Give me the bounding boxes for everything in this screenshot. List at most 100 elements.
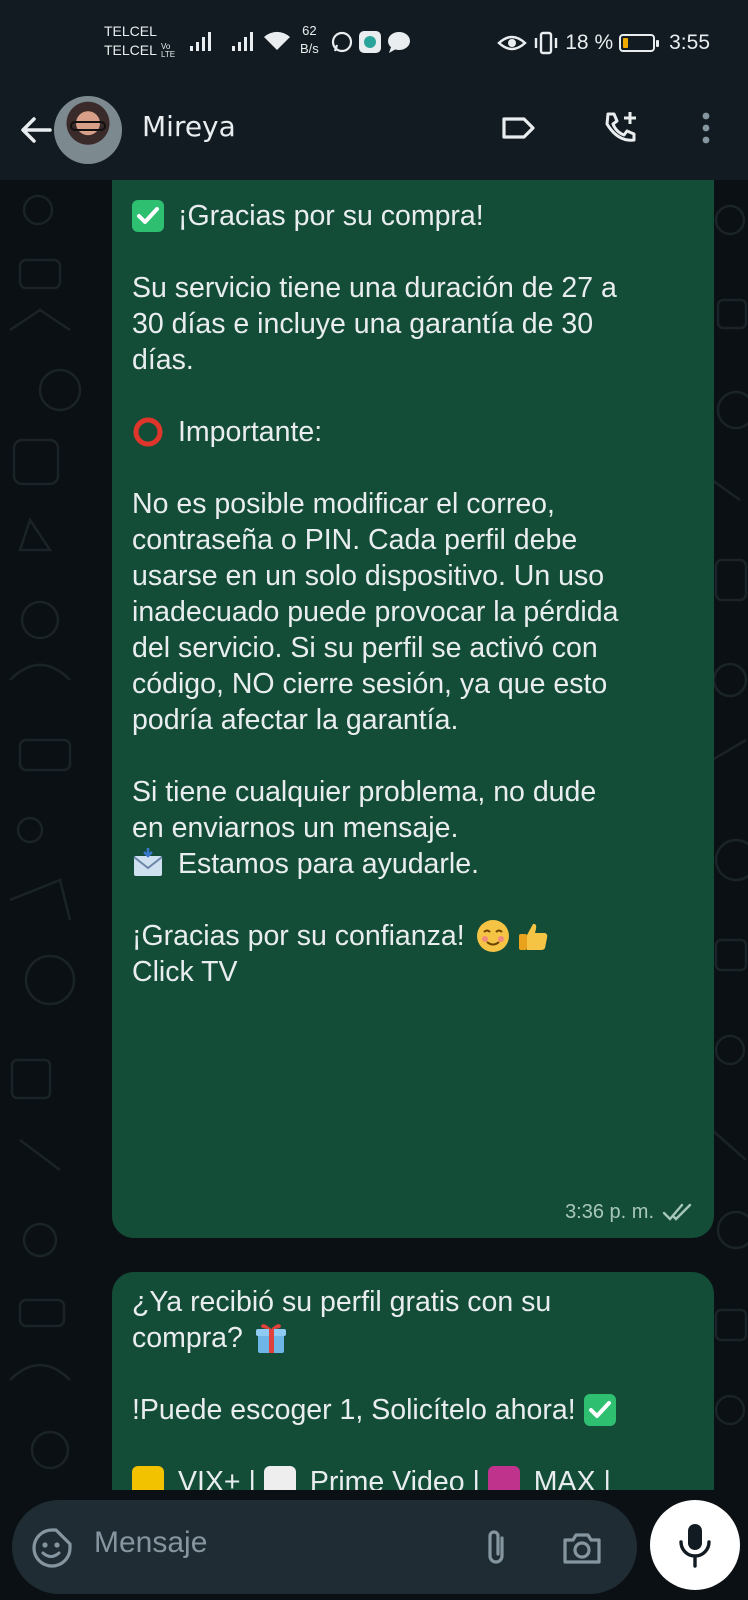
message-text: No es posible modificar el correo,: [132, 488, 555, 520]
whatsapp-notification-icon: [331, 31, 353, 53]
battery-level-fill: [623, 38, 629, 48]
message-text: del servicio. Si su perfil se activó con: [132, 632, 598, 664]
message-bubble-outgoing[interactable]: ¡Gracias por su compra! Su servicio tiene…: [112, 180, 714, 1238]
message-text: inadecuado puede provocar la pérdida: [132, 596, 619, 628]
carrier-1: TELCEL: [104, 23, 157, 39]
add-call-icon[interactable]: [598, 106, 642, 150]
check-mark-emoji-icon: [132, 200, 164, 232]
clock: 3:55: [669, 31, 710, 54]
thumbs-up-emoji-icon: [513, 918, 553, 954]
battery-percent: 18 %: [565, 31, 614, 54]
network-speed: 62 B/s: [300, 22, 319, 58]
net-speed-value: 62: [302, 23, 317, 38]
message-line: ¡Gracias por su compra!: [132, 198, 696, 234]
message-line: del servicio. Si su perfil se activó con: [132, 630, 696, 666]
message-text: Importante:: [178, 416, 323, 448]
vibrate-icon: [535, 31, 558, 55]
message-text: Estamos para ayudarle.: [178, 848, 479, 880]
message-text: ¡Gracias por su confianza!: [132, 920, 473, 952]
message-line: Importante:: [132, 414, 696, 450]
message-text: usarse en un solo dispositivo. Un uso: [132, 560, 605, 592]
message-line: Estamos para ayudarle.: [132, 846, 696, 882]
eye-comfort-icon: [497, 35, 528, 51]
wifi-icon: [264, 31, 290, 50]
message-bubble-outgoing[interactable]: ¿Ya recibió su perfil gratis con su compr…: [112, 1272, 714, 1500]
message-text: Su servicio tiene una duración de 27 a: [132, 272, 617, 304]
message-text: ¡Gracias por su compra!: [178, 200, 484, 232]
chat-area[interactable]: ¡Gracias por su compra! Su servicio tiene…: [0, 180, 748, 1500]
message-line: ¿Ya recibió su perfil gratis con su: [132, 1284, 696, 1320]
message-line: Su servicio tiene una duración de 27 a: [132, 270, 696, 306]
message-text: ¿Ya recibió su perfil gratis con su: [132, 1286, 552, 1318]
message-text: días.: [132, 344, 194, 376]
label-tag-icon[interactable]: [496, 106, 540, 150]
message-body: ¿Ya recibió su perfil gratis con su compr…: [132, 1272, 696, 1500]
contact-name[interactable]: Mireya: [142, 110, 236, 143]
microphone-icon: [679, 1524, 711, 1568]
message-line: ¡Gracias por su confianza!: [132, 918, 696, 954]
message-text: compra?: [132, 1322, 251, 1354]
avatar-glasses: [70, 121, 106, 131]
volte-bottom: LTE: [161, 50, 176, 59]
composer-bar: Mensaje: [0, 1490, 748, 1600]
sticker-emoji-icon[interactable]: [30, 1526, 74, 1570]
message-line: Click TV: [132, 954, 696, 990]
back-arrow-icon[interactable]: [16, 110, 56, 150]
message-line: contraseña o PIN. Cada perfil debe: [132, 522, 696, 558]
message-text: en enviarnos un mensaje.: [132, 812, 459, 844]
message-line: inadecuado puede provocar la pérdida: [132, 594, 696, 630]
voice-record-button[interactable]: [650, 1500, 740, 1590]
signal-1-icon: [190, 32, 211, 51]
attach-paperclip-icon[interactable]: [474, 1526, 518, 1570]
status-right-icons: 18 % 3:55: [497, 26, 710, 60]
message-text: Click TV: [132, 956, 238, 988]
more-options-icon[interactable]: [684, 106, 728, 150]
message-line: podría afectar la garantía.: [132, 702, 696, 738]
net-speed-unit: B/s: [300, 41, 319, 56]
message-notification-icon: [388, 32, 410, 53]
message-line: Si tiene cualquier problema, no dude: [132, 774, 696, 810]
read-ticks-icon: [662, 1203, 692, 1221]
message-meta: 3:36 p. m.: [565, 1194, 696, 1230]
message-line: usarse en un solo dispositivo. Un uso: [132, 558, 696, 594]
app-notification-icon: [359, 31, 381, 53]
red-circle-emoji-icon: [132, 416, 164, 448]
message-text: !Puede escoger 1, Solicítelo ahora!: [132, 1394, 584, 1426]
message-text: podría afectar la garantía.: [132, 704, 459, 736]
message-line: en enviarnos un mensaje.: [132, 810, 696, 846]
battery-icon: [619, 34, 660, 52]
envelope-arrow-emoji-icon: [132, 848, 164, 880]
message-input[interactable]: Mensaje: [12, 1500, 637, 1594]
contact-avatar[interactable]: [54, 96, 122, 164]
signal-2-icon: [232, 32, 253, 51]
message-line: días.: [132, 342, 696, 378]
gift-emoji-icon: [251, 1320, 291, 1356]
message-line: 30 días e incluye una garantía de 30: [132, 306, 696, 342]
check-mark-emoji-icon: [583, 1394, 616, 1426]
status-bar: TELCEL TELCEL Vo LTE 62 B/s 18 % 3:55: [0, 0, 748, 88]
message-text: Si tiene cualquier problema, no dude: [132, 776, 597, 808]
message-text: contraseña o PIN. Cada perfil debe: [132, 524, 578, 556]
chat-header: Mireya: [0, 88, 748, 180]
message-text: código, NO cierre sesión, ya que esto: [132, 668, 608, 700]
volte-indicator: Vo LTE: [161, 43, 175, 59]
message-line: No es posible modificar el correo,: [132, 486, 696, 522]
message-placeholder: Mensaje: [94, 1526, 208, 1559]
message-line: !Puede escoger 1, Solicítelo ahora!: [132, 1392, 696, 1428]
smiling-face-emoji-icon: [473, 918, 513, 954]
message-line: compra?: [132, 1320, 696, 1356]
carrier-labels: TELCEL TELCEL: [104, 22, 157, 60]
message-body: ¡Gracias por su compra! Su servicio tiene…: [132, 180, 696, 990]
message-line: código, NO cierre sesión, ya que esto: [132, 666, 696, 702]
message-time: 3:36 p. m.: [565, 1201, 654, 1223]
message-text: 30 días e incluye una garantía de 30: [132, 308, 594, 340]
carrier-2: TELCEL: [104, 42, 157, 58]
camera-icon[interactable]: [560, 1526, 604, 1570]
